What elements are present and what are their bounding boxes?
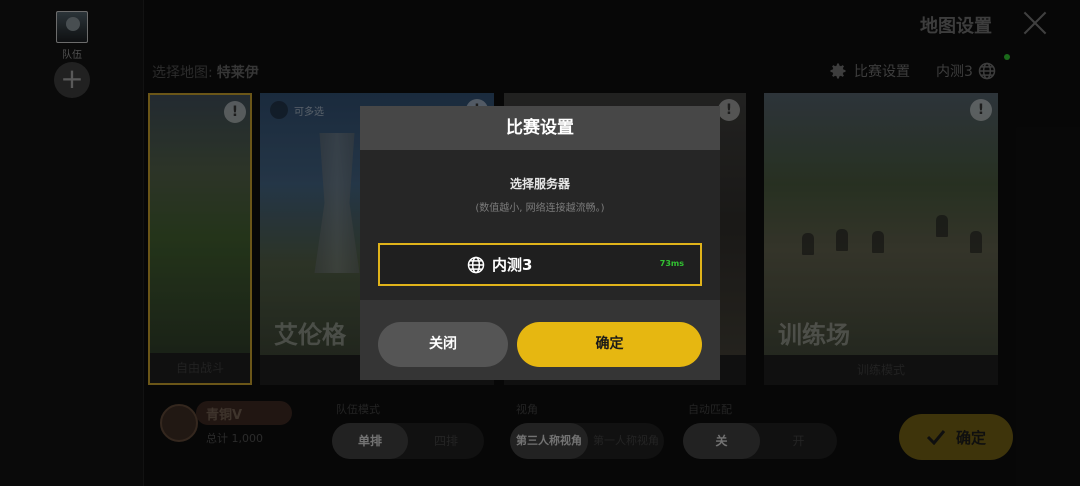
server-name: 内测3: [492, 256, 533, 274]
dialog-subtitle: 选择服务器: [509, 177, 570, 191]
match-settings-dialog: 比赛设置 选择服务器 (数值越小, 网络连接越流畅。) 内测3 73ms 关闭 …: [360, 106, 720, 380]
globe-icon: [467, 256, 485, 273]
dialog-title: 比赛设置: [360, 106, 720, 150]
dialog-hint: (数值越小, 网络连接越流畅。): [475, 203, 605, 214]
server-name-wrap: 内测3: [466, 245, 532, 284]
server-ping: 73ms: [659, 259, 684, 268]
server-option[interactable]: 内测3 73ms: [378, 243, 702, 286]
confirm-button[interactable]: 确定: [517, 322, 702, 367]
close-button[interactable]: 关闭: [378, 322, 508, 367]
